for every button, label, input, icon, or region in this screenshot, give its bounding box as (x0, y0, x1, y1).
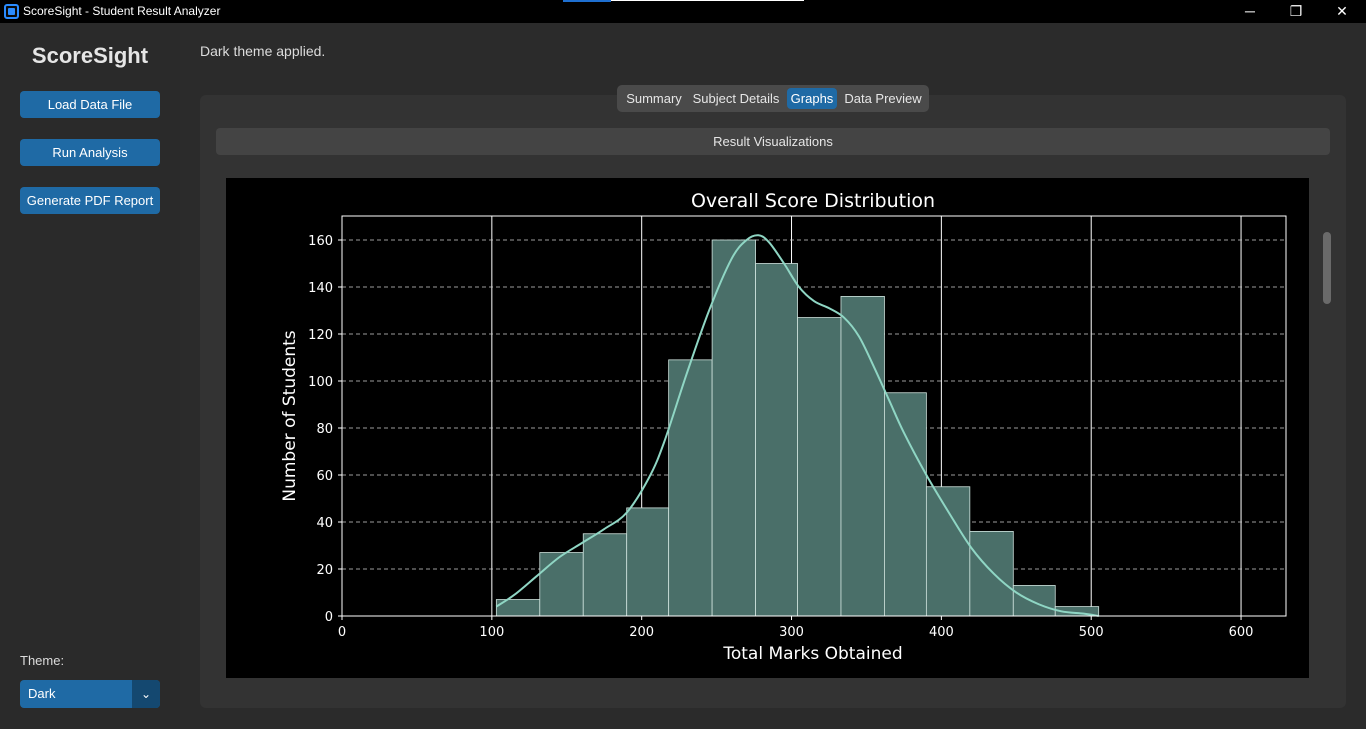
histogram-bar (582, 533, 628, 617)
x-tick-label: 400 (929, 625, 954, 640)
y-tick-label: 40 (316, 516, 333, 531)
y-tick-label: 80 (316, 422, 333, 437)
histogram-bar (969, 530, 1014, 617)
close-button[interactable]: ✕ (1319, 0, 1365, 23)
histogram-bar (711, 239, 756, 617)
histogram-bar (1012, 585, 1056, 617)
histogram-bar (668, 359, 713, 617)
title-bar: ScoreSight - Student Result Analyzer ─ ❐… (0, 0, 1366, 23)
app-brand: ScoreSight (31, 43, 149, 68)
histogram-bar (539, 552, 584, 617)
y-axis-label: Number of Students (280, 330, 300, 501)
theme-label: Theme: (20, 653, 65, 668)
x-tick-label: 0 (338, 625, 346, 640)
y-tick-label: 60 (316, 469, 333, 484)
section-header: Result Visualizations (216, 128, 1330, 155)
histogram-chart: 0 100 200 300 400 500 600 0 20 40 60 80 100 120 140 160… (280, 190, 1287, 664)
tab-data-preview[interactable]: Data Preview (843, 88, 923, 109)
y-tick-label: 120 (308, 328, 333, 343)
scrollbar-thumb[interactable] (1323, 232, 1331, 304)
theme-dropdown[interactable]: Dark ⌄ (20, 680, 160, 708)
histogram-bar (884, 392, 927, 617)
x-tick-label: 100 (479, 625, 504, 640)
sidebar: ScoreSight Load Data File Run Analysis G… (0, 23, 180, 729)
y-tick-label: 140 (308, 281, 333, 296)
tab-subject-details[interactable]: Subject Details (688, 88, 784, 109)
x-tick-label: 500 (1079, 625, 1104, 640)
app-icon (4, 4, 19, 19)
maximize-button[interactable]: ❐ (1273, 0, 1319, 23)
tab-summary[interactable]: Summary (620, 88, 688, 109)
histogram-bar (755, 263, 798, 617)
theme-value: Dark (28, 686, 56, 701)
y-tick-label: 160 (308, 234, 333, 249)
x-tick-label: 600 (1229, 625, 1254, 640)
y-tick-label: 20 (316, 563, 333, 578)
window-title: ScoreSight - Student Result Analyzer (23, 4, 221, 18)
load-data-button[interactable]: Load Data File (20, 91, 160, 118)
x-tick-label: 300 (779, 625, 804, 640)
histogram-bar (626, 507, 670, 617)
y-tick-label: 100 (308, 375, 333, 390)
histogram-bar (797, 317, 842, 617)
tab-bar: Summary Subject Details Graphs Data Prev… (617, 85, 929, 112)
title-accent-highlight (563, 0, 611, 2)
tab-graphs[interactable]: Graphs (787, 88, 837, 109)
x-axis-label: Total Marks Obtained (722, 644, 902, 664)
chevron-down-icon[interactable]: ⌄ (132, 680, 160, 708)
run-analysis-button[interactable]: Run Analysis (20, 139, 160, 166)
status-message: Dark theme applied. (200, 43, 326, 59)
generate-pdf-button[interactable]: Generate PDF Report (20, 187, 160, 214)
minimize-button[interactable]: ─ (1227, 0, 1273, 23)
chart-title: Overall Score Distribution (691, 190, 935, 212)
x-tick-label: 200 (629, 625, 654, 640)
y-tick-label: 0 (325, 610, 333, 625)
chart-container: 0 100 200 300 400 500 600 0 20 40 60 80 100 120 140 160… (226, 178, 1309, 678)
histogram-bar (925, 486, 971, 617)
